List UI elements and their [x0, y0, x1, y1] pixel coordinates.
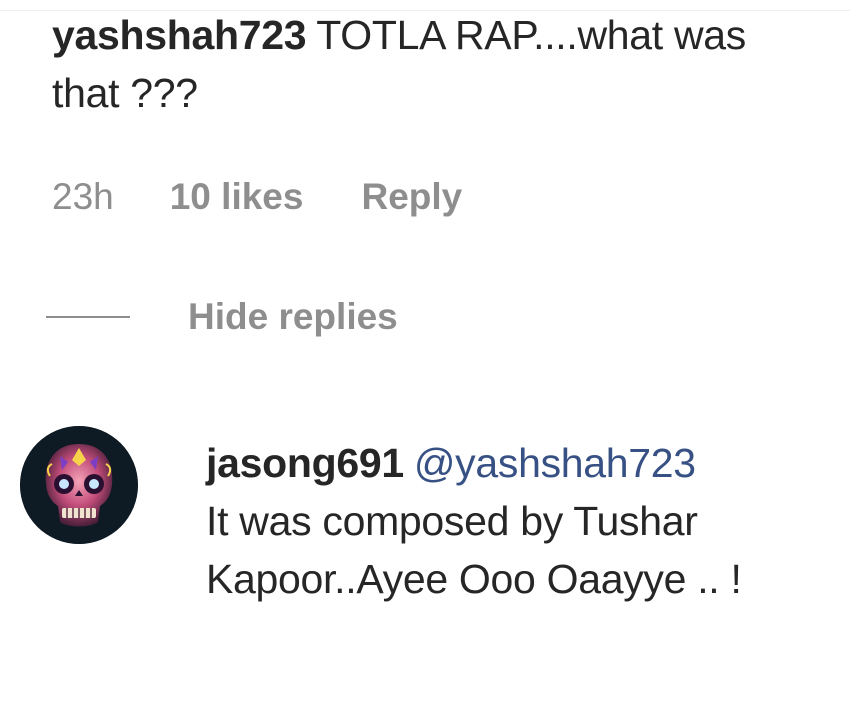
skull-avatar-icon [20, 426, 138, 544]
comment-likes-button[interactable]: 10 likes [170, 176, 304, 218]
replies-divider-line [46, 316, 130, 318]
reply-body: It was composed by Tushar Kapoor..Ayee O… [206, 498, 742, 602]
comment-timestamp[interactable]: 23h [52, 176, 114, 218]
hide-replies-button[interactable]: Hide replies [46, 292, 398, 342]
reply-avatar[interactable] [20, 426, 138, 544]
comment-reply-button[interactable]: Reply [361, 176, 462, 218]
reply-mention-link[interactable]: @yashshah723 [414, 440, 696, 486]
reply-text: jasong691 @yashshah723 It was composed by … [206, 434, 826, 608]
comment-meta: 23h 10 likes Reply [52, 172, 462, 222]
reply-username[interactable]: jasong691 [206, 440, 404, 486]
hide-replies-label: Hide replies [188, 296, 398, 337]
comment-username[interactable]: yashshah723 [52, 12, 307, 58]
comment-text: yashshah723 TOTLA RAP....what was that ??… [52, 6, 812, 122]
